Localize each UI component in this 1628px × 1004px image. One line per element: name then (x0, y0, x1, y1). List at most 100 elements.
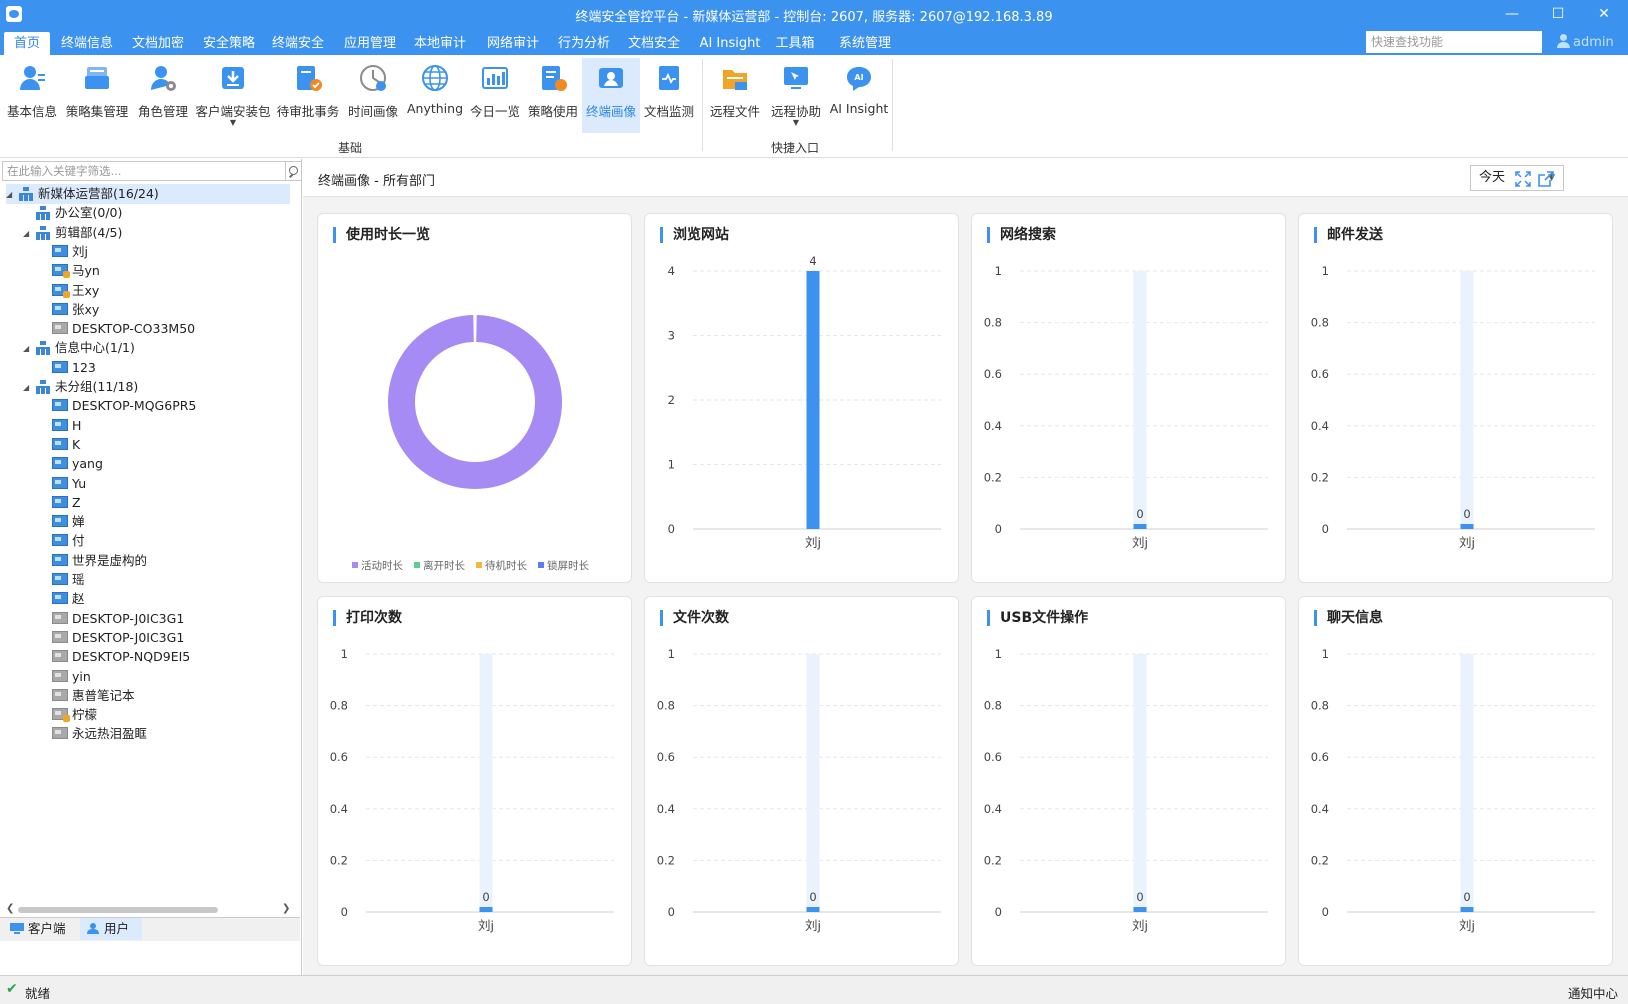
ribbon-button-remote-file[interactable]: 远程文件 (707, 58, 763, 133)
ribbon-button-approval[interactable]: 待审批事务 (276, 58, 340, 133)
tree-node-terminal[interactable]: K (40, 435, 80, 455)
ribbon-button-dashboard[interactable]: 今日一览 (466, 58, 524, 133)
dropdown-arrow-icon[interactable]: ▼ (195, 118, 271, 127)
y-tick-label: 0.8 (984, 699, 1002, 713)
tree-node-terminal[interactable]: yin (40, 667, 91, 687)
tree-node-terminal[interactable]: 马yn (40, 261, 100, 281)
tree-node-terminal[interactable]: 刘j (40, 242, 88, 262)
menu-tab-7[interactable]: 网络审计 (480, 32, 546, 55)
ribbon-button-clock[interactable]: 时间画像 (346, 58, 400, 133)
quick-search-input[interactable] (1366, 31, 1542, 53)
ribbon-button-remote-assist[interactable]: 远程协助 ▼ (765, 58, 827, 133)
tree-node-terminal[interactable]: Z (40, 493, 81, 513)
menu-tab-0[interactable]: 首页 (4, 32, 50, 55)
tree-node-terminal[interactable]: 赵 (40, 589, 85, 609)
chart-card: 0 0.2 0.4 0.6 0.8 1 0 刘j 网络搜索 (971, 213, 1286, 583)
menu-tab-3[interactable]: 安全策略 (197, 32, 261, 55)
tree-node-terminal[interactable]: yang (40, 454, 103, 474)
legend-label[interactable]: 活动时长 (361, 560, 403, 572)
tree-node-terminal[interactable]: 王xy (40, 281, 99, 301)
tree-filter-input[interactable] (2, 161, 286, 181)
donut-slice[interactable] (388, 315, 562, 489)
menu-tab-6[interactable]: 本地审计 (408, 32, 472, 55)
legend-swatch (476, 562, 482, 568)
tree-node-terminal[interactable]: DESKTOP-J0IC3G1 (40, 609, 184, 629)
tree-node-group[interactable]: ◢ 信息中心(1/1) (23, 338, 135, 358)
ribbon-button-terminal-portrait[interactable]: 终端画像 (582, 58, 640, 133)
bar[interactable] (1460, 907, 1474, 912)
tree-node-terminal[interactable]: 付 (40, 531, 85, 551)
tree-node-group[interactable]: 办公室(0/0) (23, 203, 122, 223)
y-tick-label: 0.6 (984, 750, 1002, 764)
menu-tab-10[interactable]: AI Insight (693, 32, 767, 55)
expand-arrow-icon[interactable]: ◢ (23, 378, 35, 398)
scrollbar-thumb[interactable] (18, 907, 218, 913)
tree-node-terminal[interactable]: H (40, 416, 81, 436)
ribbon-button-policy-set[interactable]: 策略集管理 (64, 58, 130, 133)
tree-node-terminal[interactable]: 123 (40, 358, 96, 378)
tree-node-terminal[interactable]: DESKTOP-NQD9EI5 (40, 647, 190, 667)
tree-node-label: 信息中心(1/1) (55, 340, 135, 356)
menu-tab-2[interactable]: 文档加密 (124, 32, 192, 55)
ribbon-button-doc-monitor[interactable]: 文档监测 (640, 58, 698, 133)
ribbon-button-role[interactable]: 角色管理 (134, 58, 192, 133)
ribbon-button-install-package[interactable]: 客户端安装包 ▼ (195, 58, 271, 133)
tree-node-terminal[interactable]: 柠檬 (40, 705, 97, 725)
horizontal-scrollbar[interactable]: ❮ ❯ (4, 903, 294, 917)
menu-tab-5[interactable]: 应用管理 (337, 32, 403, 55)
bar[interactable] (1133, 524, 1147, 529)
menu-tab-8[interactable]: 行为分析 (551, 32, 617, 55)
tree-node-terminal[interactable]: Yu (40, 474, 86, 494)
bar[interactable] (806, 907, 820, 912)
ribbon-button-policy-usage[interactable]: 策略使用 (524, 58, 582, 133)
menu-tab-9[interactable]: 文档安全 (622, 32, 686, 55)
expand-arrow-icon[interactable]: ◢ (23, 224, 35, 244)
search-icon[interactable] (286, 161, 302, 181)
ribbon-button-ai-insight[interactable]: AI AI Insight (827, 58, 891, 133)
scroll-right-icon[interactable]: ❯ (282, 903, 290, 914)
bar[interactable] (479, 907, 493, 912)
tree-node-terminal[interactable]: DESKTOP-MQG6PR5 (40, 396, 196, 416)
expand-arrow-icon[interactable]: ◢ (23, 339, 35, 359)
tree-node-terminal[interactable]: 张xy (40, 300, 99, 320)
menu-tab-12[interactable]: 系统管理 (831, 32, 899, 55)
tree-node-terminal[interactable]: DESKTOP-CO33M50 (40, 319, 195, 339)
tree-node-terminal[interactable]: 婵 (40, 512, 85, 532)
data-label: 0 (1463, 890, 1470, 904)
legend-label[interactable]: 待机时长 (485, 559, 527, 572)
notify-center-link[interactable]: 通知中心 (1568, 983, 1618, 1002)
chart-title: USB文件操作 (987, 610, 1088, 626)
tree-node-terminal[interactable]: 世界是虚构的 (40, 551, 147, 571)
legend-label[interactable]: 锁屏时长 (547, 559, 589, 572)
y-tick-label: 1 (1322, 264, 1329, 278)
bar[interactable] (806, 271, 820, 529)
expand-arrow-icon[interactable]: ◢ (6, 185, 18, 205)
export-icon[interactable] (1538, 171, 1554, 187)
tree-node-group[interactable]: ◢ 新媒体运营部(16/24) (6, 184, 290, 204)
tree-node-terminal[interactable]: 永远热泪盈眶 (40, 724, 147, 744)
close-button[interactable]: ✕ (1581, 0, 1627, 29)
menu-tab-1[interactable]: 终端信息 (54, 32, 120, 55)
tree-node-group[interactable]: ◢ 未分组(11/18) (23, 377, 138, 397)
fullscreen-icon[interactable] (1515, 171, 1531, 187)
bar[interactable] (1133, 907, 1147, 912)
tree-node-terminal[interactable]: 瑶 (40, 570, 85, 590)
tree-node-terminal[interactable]: DESKTOP-J0IC3G1 (40, 628, 184, 648)
scroll-left-icon[interactable]: ❮ (6, 903, 14, 914)
ribbon-button-globe[interactable]: Anything (406, 58, 464, 133)
chart-svg: 0 1 2 3 4 4 刘j (668, 254, 941, 550)
bar[interactable] (1460, 524, 1474, 529)
menu-tab-4[interactable]: 终端安全 (266, 32, 330, 55)
maximize-button[interactable]: ☐ (1535, 0, 1581, 29)
tree-node-terminal[interactable]: 惠普笔记本 (40, 686, 135, 706)
minimize-button[interactable]: — (1489, 0, 1535, 29)
panel-tab-client[interactable]: 客户端 (4, 918, 76, 940)
tree-node-group[interactable]: ◢ 剪辑部(4/5) (23, 223, 122, 243)
bar-track (1133, 654, 1147, 912)
dropdown-arrow-icon[interactable]: ▼ (765, 118, 827, 127)
menu-tab-11[interactable]: 工具箱 (771, 32, 819, 55)
user-menu[interactable]: admin (1557, 34, 1614, 50)
legend-label[interactable]: 离开时长 (423, 559, 465, 572)
panel-tab-user[interactable]: 用户 (80, 918, 142, 940)
ribbon-button-user-info[interactable]: 基本信息 (2, 58, 62, 133)
